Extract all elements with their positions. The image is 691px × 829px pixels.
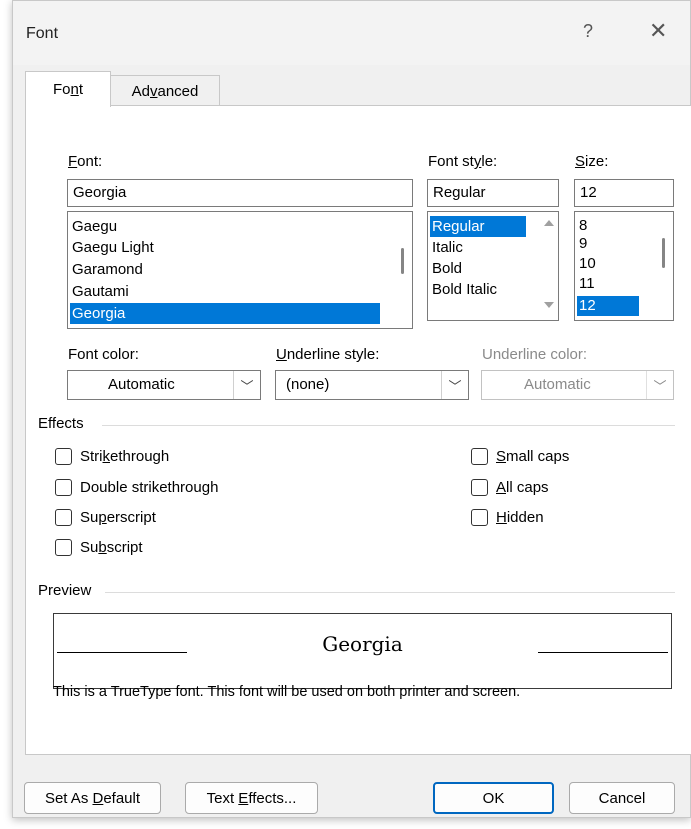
- tab-advanced-label: Advanced: [131, 82, 199, 100]
- font-list-scrollbar[interactable]: [394, 212, 412, 328]
- list-item[interactable]: Gautami: [70, 281, 129, 302]
- text-effects-button[interactable]: Text Effects...: [185, 782, 318, 814]
- list-item-selected[interactable]: Regular: [430, 216, 526, 237]
- list-item-selected[interactable]: 12: [577, 296, 639, 316]
- small-caps-label: Small caps: [496, 448, 570, 465]
- chevron-down-icon[interactable]: ﹀: [233, 371, 260, 399]
- strikethrough-checkbox[interactable]: Strikethrough: [55, 448, 169, 465]
- superscript-label: Superscript: [80, 509, 156, 526]
- hidden-label: Hidden: [496, 509, 544, 526]
- all-caps-checkbox[interactable]: All caps: [471, 479, 549, 496]
- title-bar: Font ? ✕: [13, 1, 690, 65]
- close-icon[interactable]: ✕: [649, 18, 667, 44]
- scroll-thumb[interactable]: [401, 248, 404, 274]
- underline-color-dropdown: Automatic ﹀: [481, 370, 674, 400]
- checkbox-box[interactable]: [471, 448, 488, 465]
- preview-divider: [105, 592, 675, 593]
- list-item[interactable]: Gaegu Light: [70, 237, 154, 258]
- checkbox-box[interactable]: [55, 448, 72, 465]
- font-name-input[interactable]: Georgia: [67, 179, 413, 207]
- size-input[interactable]: 12: [574, 179, 674, 207]
- underline-color-label: Underline color:: [482, 346, 588, 363]
- set-as-default-button[interactable]: Set As Default: [24, 782, 161, 814]
- list-item[interactable]: 9: [577, 233, 587, 254]
- list-item[interactable]: 11: [577, 273, 595, 294]
- truetype-note: This is a TrueType font. This font will …: [53, 684, 521, 700]
- small-caps-checkbox[interactable]: Small caps: [471, 448, 569, 465]
- tab-font[interactable]: Font: [25, 71, 111, 107]
- double-strikethrough-checkbox[interactable]: Double strikethrough: [55, 479, 218, 496]
- checkbox-box[interactable]: [471, 479, 488, 496]
- superscript-checkbox[interactable]: Superscript: [55, 509, 156, 526]
- tab-advanced[interactable]: Advanced: [110, 75, 220, 106]
- checkbox-box[interactable]: [471, 509, 488, 526]
- scroll-down-arrow-icon[interactable]: [544, 302, 554, 308]
- effects-heading: Effects: [38, 415, 84, 432]
- scroll-up-arrow-icon[interactable]: [544, 220, 554, 226]
- hidden-checkbox[interactable]: Hidden: [471, 509, 544, 526]
- font-style-list[interactable]: Regular Italic Bold Bold Italic: [427, 211, 559, 321]
- chevron-down-icon: ﹀: [646, 371, 673, 399]
- help-icon[interactable]: ?: [583, 21, 593, 42]
- underline-color-value: Automatic: [524, 376, 591, 393]
- list-item[interactable]: 10: [577, 253, 596, 274]
- subscript-checkbox[interactable]: Subscript: [55, 539, 143, 556]
- dialog-title: Font: [26, 25, 59, 42]
- list-item[interactable]: Bold: [430, 258, 462, 279]
- checkbox-box[interactable]: [55, 509, 72, 526]
- checkbox-box[interactable]: [55, 479, 72, 496]
- list-item[interactable]: Italic: [430, 237, 463, 258]
- subscript-label: Subscript: [80, 539, 143, 556]
- font-label: Font:: [68, 153, 103, 170]
- scroll-thumb[interactable]: [662, 238, 665, 268]
- size-list[interactable]: 8 9 10 11 12: [574, 211, 674, 321]
- font-style-label: Font style:: [428, 153, 498, 170]
- size-list-scrollbar[interactable]: [655, 212, 673, 320]
- font-style-scrollbar[interactable]: [540, 212, 558, 320]
- list-item[interactable]: Gaegu: [70, 216, 117, 237]
- preview-right-line: [538, 652, 668, 653]
- preview-heading: Preview: [38, 582, 92, 599]
- list-item[interactable]: Bold Italic: [430, 279, 497, 300]
- underline-style-label: Underline style:: [276, 346, 380, 363]
- font-color-label: Font color:: [68, 346, 139, 363]
- cancel-button[interactable]: Cancel: [569, 782, 675, 814]
- underline-style-dropdown[interactable]: (none) ﹀: [275, 370, 469, 400]
- size-label: Size:: [575, 153, 609, 170]
- checkbox-box[interactable]: [55, 539, 72, 556]
- list-item-selected[interactable]: Georgia: [70, 303, 380, 324]
- effects-divider: [102, 425, 675, 426]
- set-as-default-label: Set As Default: [44, 789, 141, 807]
- text-effects-label: Text Effects...: [206, 789, 297, 807]
- font-style-input[interactable]: Regular: [427, 179, 559, 207]
- ok-button[interactable]: OK: [433, 782, 554, 814]
- underline-style-value: (none): [286, 376, 330, 393]
- tab-font-label: Font: [52, 81, 84, 98]
- double-strikethrough-label: Double strikethrough: [80, 479, 219, 496]
- strikethrough-label: Strikethrough: [80, 448, 170, 465]
- chevron-down-icon[interactable]: ﹀: [441, 371, 468, 399]
- font-dialog: Font ? ✕ Font Advanced Font: Georgia Gae…: [12, 0, 691, 818]
- all-caps-label: All caps: [496, 479, 549, 496]
- font-name-list[interactable]: Gaegu Gaegu Light Garamond Gautami Georg…: [67, 211, 413, 329]
- preview-box: Georgia: [53, 613, 672, 689]
- font-color-value: Automatic: [108, 376, 175, 393]
- font-color-dropdown[interactable]: Automatic ﹀: [67, 370, 261, 400]
- list-item[interactable]: Garamond: [70, 259, 143, 280]
